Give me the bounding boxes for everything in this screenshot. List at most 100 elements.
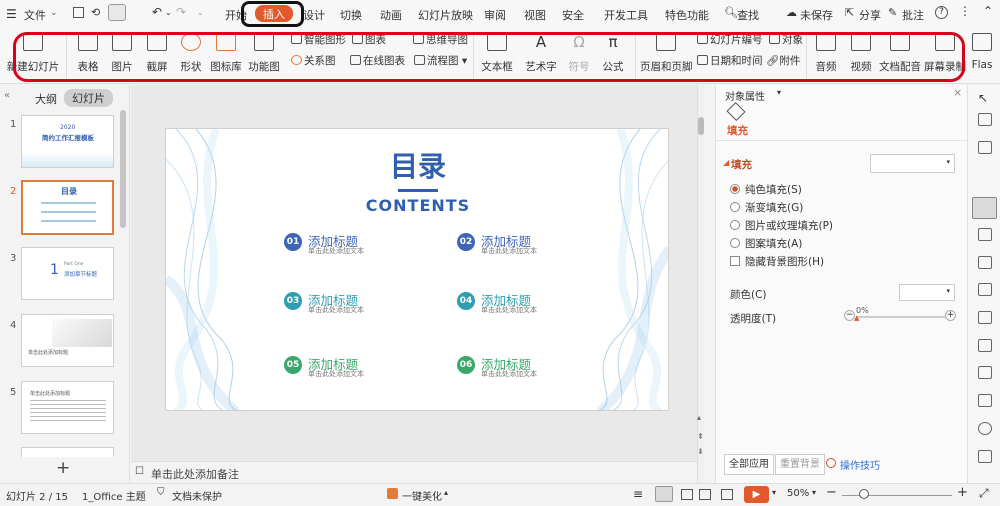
chevron-down-icon[interactable]: ▾ (777, 88, 781, 97)
reset-background-button[interactable]: 重置背景 (775, 454, 825, 475)
close-icon[interactable]: × (953, 86, 962, 99)
select-icon[interactable]: ↖ (978, 91, 992, 105)
chart-icon[interactable] (978, 141, 992, 154)
zoom-slider-handle[interactable] (859, 489, 869, 499)
collapse-ribbon-icon[interactable]: ⌃ (983, 4, 993, 18)
radio-pattern-fill[interactable]: 图案填充(A) (730, 236, 802, 251)
file-menu[interactable]: 文件 (24, 7, 46, 23)
archive-icon[interactable] (978, 283, 992, 296)
undo-icon[interactable]: ↶ (152, 5, 162, 19)
scroll-up-icon[interactable]: ▴ (697, 413, 701, 422)
chevron-up-icon[interactable]: ▴ (444, 488, 448, 497)
transparency-slider[interactable] (856, 316, 945, 318)
redo-dropdown-icon[interactable]: ⌄ (197, 8, 204, 17)
tab-special[interactable]: 特色功能 (665, 7, 709, 23)
hide-bg-checkbox[interactable]: 隐藏背景图形(H) (730, 254, 824, 269)
tab-developer[interactable]: 开发工具 (604, 7, 648, 23)
slider-handle[interactable]: ▲ (854, 314, 859, 322)
save-status[interactable]: 未保存 (800, 7, 833, 23)
tab-slideshow[interactable]: 幻灯片放映 (418, 7, 473, 23)
beautify-button[interactable]: 一键美化 (402, 488, 442, 503)
share-icon[interactable]: ⇱ (845, 6, 854, 19)
item-subtitle[interactable]: 单击此处添加文本 (481, 305, 537, 315)
tab-security[interactable]: 安全 (562, 7, 584, 23)
upload-icon[interactable] (978, 450, 992, 463)
vertical-scrollbar[interactable] (697, 85, 705, 483)
help-icon[interactable] (978, 422, 992, 435)
notes-toggle-icon[interactable]: ≡ (633, 487, 643, 501)
tab-review[interactable]: 审阅 (484, 7, 506, 23)
share-icon[interactable] (978, 256, 992, 269)
apply-all-button[interactable]: 全部应用 (724, 454, 774, 475)
tab-design[interactable]: 设计 (303, 7, 325, 23)
notes-placeholder[interactable]: 单击此处添加备注 (151, 466, 239, 482)
chevron-down-icon[interactable]: ⌄ (50, 8, 58, 18)
fill-color-dropdown[interactable]: ▾ (870, 154, 955, 173)
slide-thumbnail-5[interactable]: 单击此处添加标题 (21, 381, 114, 434)
lock-icon[interactable] (978, 366, 992, 379)
layer-icon[interactable] (978, 228, 992, 241)
properties-icon[interactable] (972, 197, 997, 219)
tips-link[interactable]: 操作技巧 (840, 457, 880, 472)
item-subtitle[interactable]: 单击此处添加文本 (308, 305, 364, 315)
radio-solid-fill[interactable]: 纯色填充(S) (730, 182, 802, 197)
collapse-panel-icon[interactable]: « (4, 90, 10, 101)
current-slide[interactable]: 目录 CONTENTS 01 添加标题 单击此处添加文本 02 添加标题 单击此… (165, 128, 669, 411)
tab-transition[interactable]: 切换 (340, 7, 362, 23)
panel-title[interactable]: 对象属性 (725, 88, 765, 103)
flash-button[interactable]: Flas (968, 27, 996, 71)
slide-sorter-icon[interactable] (681, 489, 693, 500)
item-subtitle[interactable]: 单击此处添加文本 (308, 246, 364, 256)
scrollbar[interactable] (120, 110, 126, 228)
tab-view[interactable]: 视图 (524, 7, 546, 23)
zoom-dropdown-icon[interactable]: ▾ (812, 488, 816, 497)
tab-fill[interactable]: 填充 (727, 123, 748, 138)
fit-window-icon[interactable]: ⤢ (979, 486, 989, 501)
share-button[interactable]: 分享 (859, 7, 881, 23)
slide-thumbnail-1[interactable]: 2020 简约工作汇报模板 (21, 115, 114, 168)
item-subtitle[interactable]: 单击此处添加文本 (308, 369, 364, 379)
item-subtitle[interactable]: 单击此处添加文本 (481, 246, 537, 256)
comment-button[interactable]: 批注 (902, 7, 924, 23)
reading-view-icon[interactable] (699, 489, 711, 500)
export-icon[interactable]: ⟲ (91, 6, 100, 19)
color-picker-dropdown[interactable]: ▾ (899, 284, 955, 301)
play-options-icon[interactable]: ▾ (772, 488, 776, 497)
presenter-view-icon[interactable] (721, 489, 733, 500)
slide-thumbnail-2[interactable]: 目录 (21, 180, 114, 235)
add-slide-icon[interactable]: + (56, 458, 70, 478)
volume-icon[interactable] (978, 339, 992, 352)
cloud-icon[interactable]: ☁ (786, 6, 797, 19)
redo-icon[interactable]: ↷ (176, 5, 186, 19)
edit-icon[interactable] (978, 394, 992, 407)
tab-animation[interactable]: 动画 (380, 7, 402, 23)
radio-picture-fill[interactable]: 图片或纹理填充(P) (730, 218, 833, 233)
page-down-icon[interactable]: ⇟ (697, 447, 704, 456)
tab-insert[interactable]: 插入 (255, 5, 293, 22)
image-icon[interactable] (978, 311, 992, 324)
slide-thumbnail-6[interactable] (21, 447, 114, 457)
help-icon[interactable]: ? (935, 6, 948, 19)
hamburger-icon[interactable]: ☰ (6, 7, 17, 21)
radio-gradient-fill[interactable]: 渐变填充(G) (730, 200, 803, 215)
table-icon[interactable] (978, 113, 992, 126)
normal-view-icon[interactable] (655, 486, 673, 502)
theme-name[interactable]: 1_Office 主题 (82, 488, 146, 503)
zoom-value[interactable]: 50% (787, 488, 809, 499)
search-button[interactable]: 查找 (737, 7, 759, 23)
undo-dropdown-icon[interactable]: ⌄ (165, 8, 172, 17)
page-up-icon[interactable]: ⇞ (697, 432, 704, 441)
tab-outline[interactable]: 大纲 (35, 91, 57, 107)
slide-thumbnail-4[interactable]: 单击此处添加标题 (21, 314, 114, 367)
comment-icon[interactable]: ✎ (888, 6, 897, 19)
plus-icon[interactable]: + (945, 310, 956, 321)
slide-thumbnail-3[interactable]: 1 Part One 添加章节标题 (21, 247, 114, 300)
protection-status[interactable]: 文档未保护 (172, 488, 222, 503)
tips-icon[interactable] (826, 458, 836, 468)
more-icon[interactable]: ⋮ (959, 4, 971, 18)
notes-bar[interactable]: ☐ 单击此处添加备注 (131, 461, 697, 483)
print-icon[interactable] (108, 4, 126, 21)
zoom-in-icon[interactable]: + (957, 485, 968, 500)
zoom-out-icon[interactable]: − (826, 485, 837, 500)
play-button[interactable]: ▶ (744, 486, 769, 503)
